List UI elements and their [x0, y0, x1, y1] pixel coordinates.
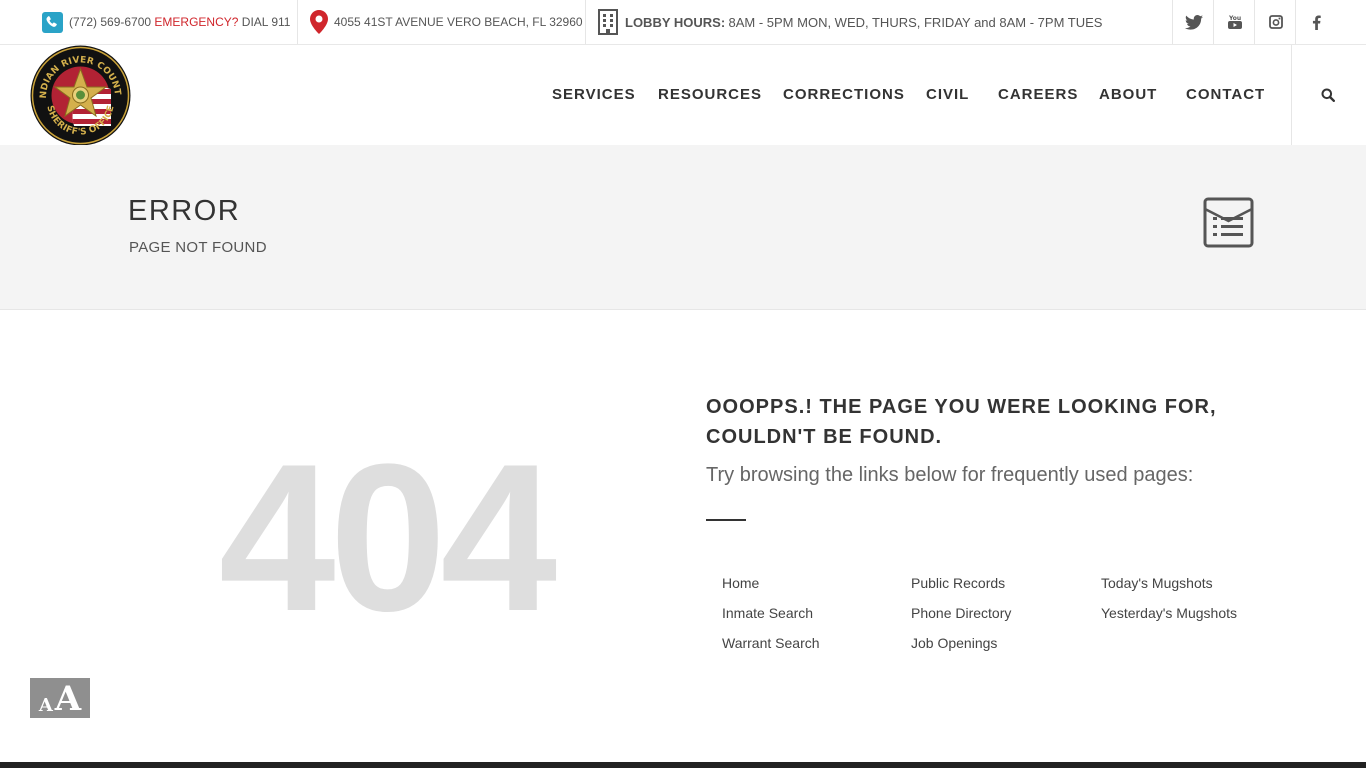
link-phone-directory[interactable]: Phone Directory	[911, 605, 1011, 621]
page-title: ERROR	[128, 195, 241, 227]
twitter-link[interactable]	[1173, 0, 1214, 44]
nav-resources[interactable]: RESOURCES	[658, 86, 762, 103]
top-info-bar: (772) 569-6700 EMERGENCY? DIAL 911 4055 …	[0, 0, 1366, 45]
emergency-text: DIAL 911	[241, 15, 291, 29]
phone-icon	[42, 11, 63, 33]
instagram-icon	[1268, 15, 1283, 29]
error-headline: OOOPPS.! THE PAGE YOU WERE LOOKING FOR, …	[706, 396, 1217, 448]
address-text: 4055 41ST AVENUE VERO BEACH, FL 32960	[334, 15, 583, 29]
map-pin-icon	[310, 10, 328, 34]
page-subtitle: PAGE NOT FOUND	[129, 239, 267, 256]
hours-label: LOBBY HOURS:	[625, 14, 726, 30]
link-job-openings[interactable]: Job Openings	[911, 635, 997, 651]
nav-corrections[interactable]: CORRECTIONS	[783, 86, 905, 103]
site-header: INDIAN RIVER COUNTY SHERIFF'S OFFICE SER…	[0, 38, 1366, 146]
nav-contact[interactable]: CONTACT	[1186, 86, 1265, 103]
link-todays-mugshots[interactable]: Today's Mugshots	[1101, 575, 1213, 591]
youtube-link[interactable]: You	[1214, 0, 1255, 44]
text-size-toggle[interactable]: A A	[30, 678, 90, 718]
link-public-records[interactable]: Public Records	[911, 575, 1005, 591]
document-list-icon	[1203, 197, 1254, 248]
emergency-label: EMERGENCY?	[154, 15, 239, 29]
hours-text: 8AM - 5PM MON, WED, THURS, FRIDAY and 8A…	[728, 14, 1103, 30]
link-inmate-search[interactable]: Inmate Search	[722, 605, 813, 621]
twitter-icon	[1184, 14, 1203, 30]
topbar-divider	[297, 0, 298, 44]
instagram-link[interactable]	[1255, 0, 1296, 44]
nav-civil[interactable]: CIVIL	[926, 86, 969, 103]
search-icon	[1321, 88, 1335, 102]
contact-phone[interactable]: (772) 569-6700 EMERGENCY? DIAL 911	[42, 0, 290, 44]
nav-divider	[1291, 45, 1292, 145]
section-divider	[706, 519, 746, 521]
error-tagline: Try browsing the links below for frequen…	[706, 464, 1194, 486]
link-yesterdays-mugshots[interactable]: Yesterday's Mugshots	[1101, 605, 1237, 621]
error-code: 404	[218, 420, 557, 655]
lobby-hours: LOBBY HOURS: 8AM - 5PM MON, WED, THURS, …	[597, 0, 1102, 44]
font-size-large-icon: A	[54, 679, 82, 719]
nav-services[interactable]: SERVICES	[552, 86, 636, 103]
footer-strip	[0, 762, 1366, 768]
topbar-divider	[585, 0, 586, 44]
svg-text:You: You	[1228, 15, 1241, 22]
address[interactable]: 4055 41ST AVENUE VERO BEACH, FL 32960	[310, 0, 583, 44]
building-icon	[597, 9, 619, 35]
page-title-bar: ERROR PAGE NOT FOUND	[0, 145, 1366, 310]
nav-about[interactable]: ABOUT	[1099, 86, 1157, 103]
search-button[interactable]	[1318, 85, 1338, 105]
link-warrant-search[interactable]: Warrant Search	[722, 635, 820, 651]
sheriff-logo[interactable]: INDIAN RIVER COUNTY SHERIFF'S OFFICE	[26, 38, 131, 146]
youtube-icon: You	[1227, 15, 1242, 29]
font-size-small-icon: A	[38, 695, 53, 716]
facebook-icon	[1312, 14, 1321, 30]
phone-number[interactable]: (772) 569-6700	[69, 15, 151, 29]
facebook-link[interactable]	[1296, 0, 1337, 44]
link-home[interactable]: Home	[722, 575, 759, 591]
nav-careers[interactable]: CAREERS	[998, 86, 1078, 103]
